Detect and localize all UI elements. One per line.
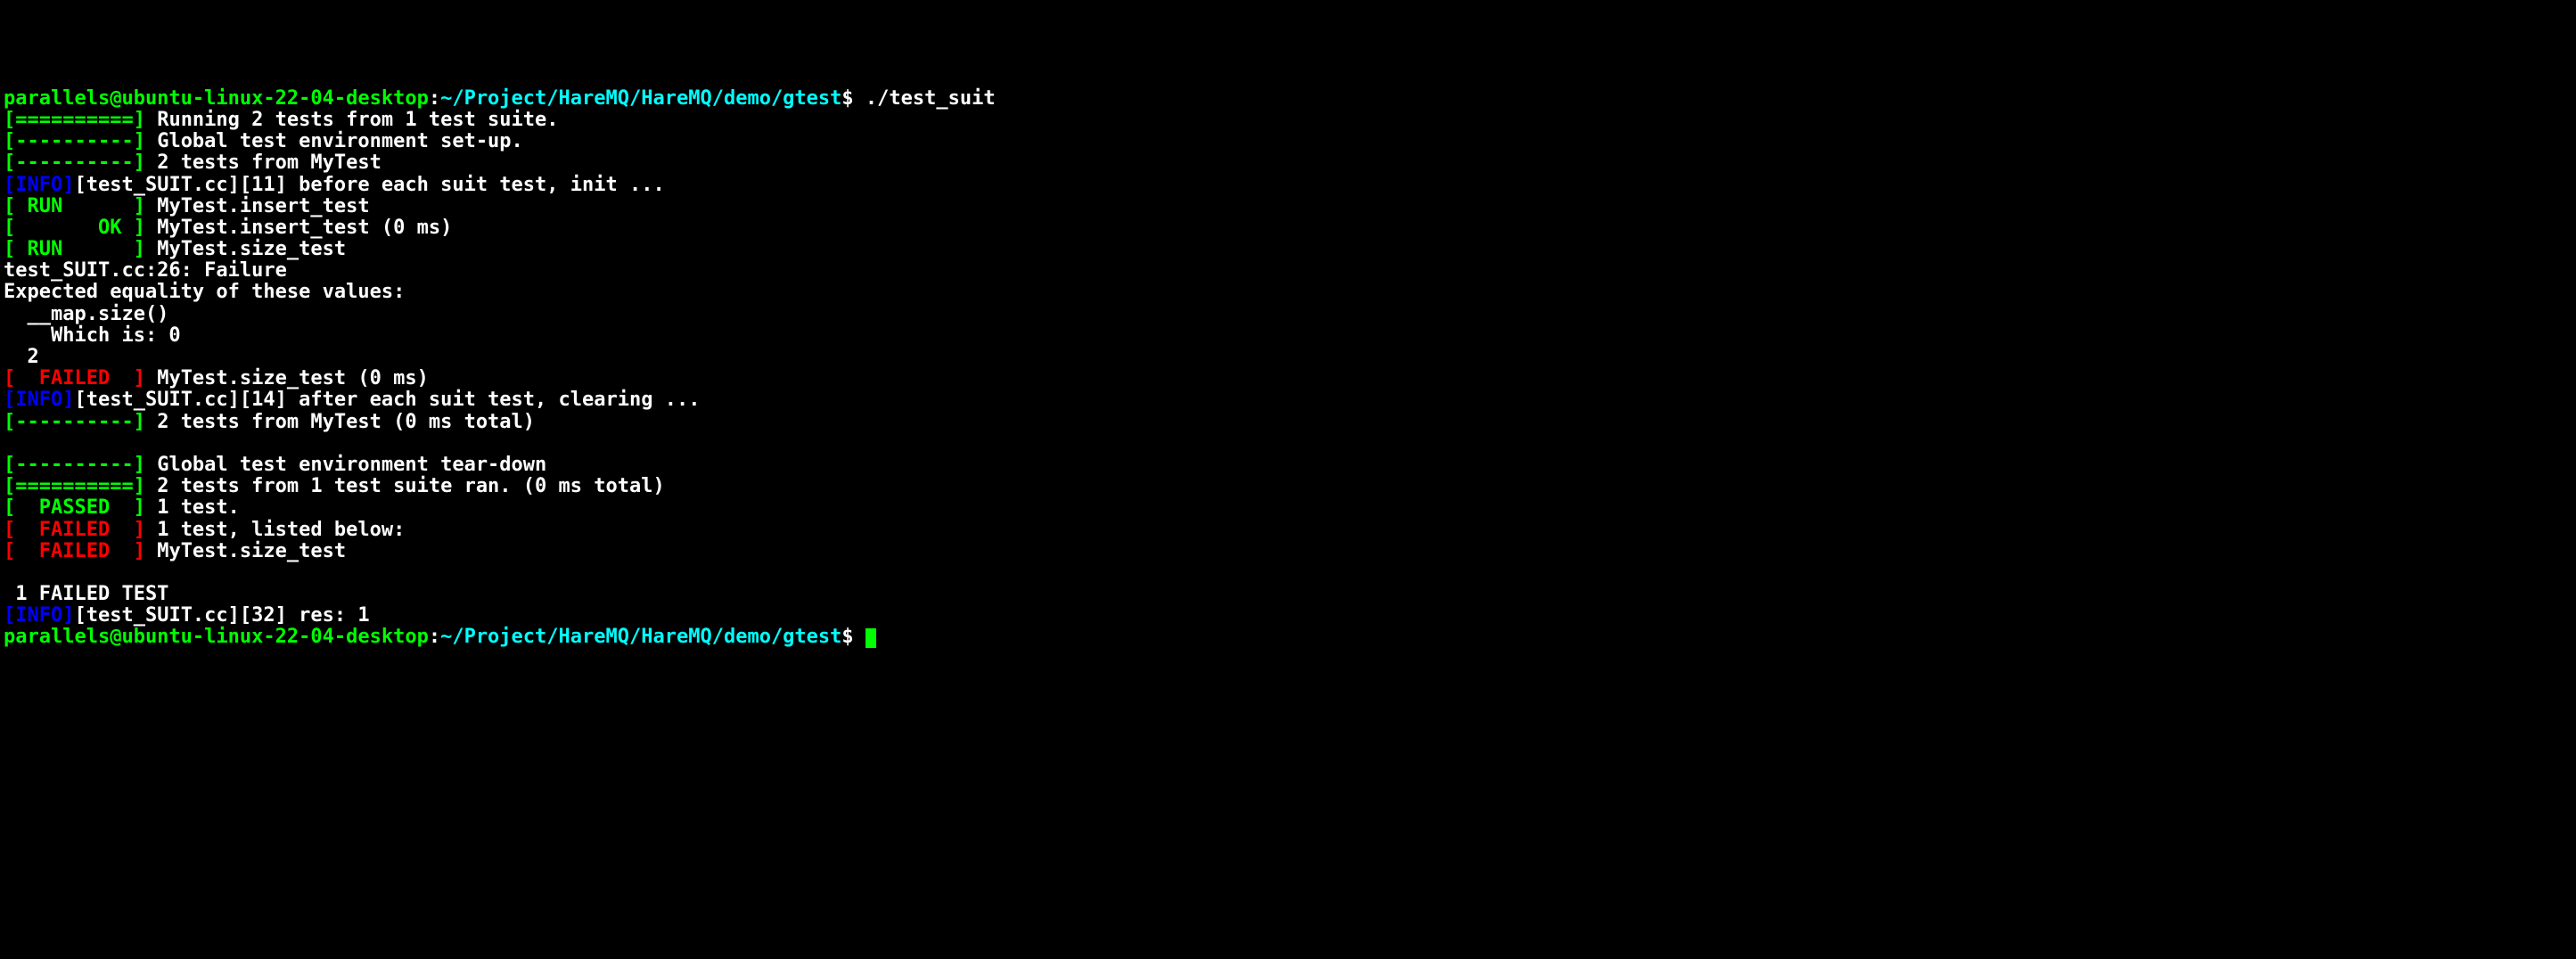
run-indicator: [ RUN ] — [4, 195, 145, 217]
prompt-user-host: parallels@ubuntu-linux-22-04-desktop — [4, 87, 429, 110]
info-tag: [INFO] — [4, 389, 74, 411]
output-line: Which is: 0 — [4, 325, 2572, 347]
prompt-path: ~/Project/HareMQ/HareMQ/demo/gtest — [440, 626, 841, 648]
output-line: 2 — [4, 347, 2572, 368]
bracket-indicator: [----------] — [4, 454, 145, 476]
output-text: MyTest.size_test — [145, 238, 346, 260]
bracket-indicator: [==========] — [4, 475, 145, 497]
output-line: [ FAILED ] 1 test, listed below: — [4, 520, 2572, 541]
output-text: MyTest.size_test (0 ms) — [145, 367, 429, 389]
cursor-icon — [866, 628, 876, 648]
output-line: [ OK ] MyTest.insert_test (0 ms) — [4, 217, 2572, 239]
output-line: [----------] Global test environment tea… — [4, 455, 2572, 476]
prompt-path: ~/Project/HareMQ/HareMQ/demo/gtest — [440, 87, 841, 110]
output-line: [----------] 2 tests from MyTest (0 ms t… — [4, 412, 2572, 433]
command-text: ./test_suit — [866, 87, 996, 110]
output-text: [test_SUIT.cc][14] after each suit test,… — [74, 389, 700, 411]
output-text: Global test environment tear-down — [145, 454, 546, 476]
ok-bracket-left: [ — [4, 217, 98, 239]
output-text: 2 tests from MyTest — [145, 152, 381, 174]
ok-word: OK — [98, 217, 122, 239]
output-text: 2 tests from MyTest (0 ms total) — [145, 411, 535, 433]
ok-bracket-right: ] — [121, 217, 145, 239]
prompt-line-1: parallels@ubuntu-linux-22-04-desktop:~/P… — [4, 88, 2572, 110]
output-line: [==========] 2 tests from 1 test suite r… — [4, 476, 2572, 497]
info-tag: [INFO] — [4, 174, 74, 196]
output-text: MyTest.insert_test (0 ms) — [145, 217, 452, 239]
output-text: 2 tests from 1 test suite ran. (0 ms tot… — [145, 475, 665, 497]
output-text: Global test environment set-up. — [145, 130, 523, 152]
output-line: [ FAILED ] MyTest.size_test (0 ms) — [4, 368, 2572, 389]
passed-indicator: [ PASSED ] — [4, 496, 145, 519]
output-line: [ FAILED ] MyTest.size_test — [4, 541, 2572, 562]
output-text: MyTest.size_test — [145, 540, 346, 562]
output-line: 1 FAILED TEST — [4, 584, 2572, 605]
output-line — [4, 433, 2572, 455]
output-line — [4, 562, 2572, 584]
output-line: [INFO][test_SUIT.cc][14] after each suit… — [4, 389, 2572, 411]
output-line: test_SUIT.cc:26: Failure — [4, 260, 2572, 282]
output-text: MyTest.insert_test — [145, 195, 370, 217]
terminal-output[interactable]: parallels@ubuntu-linux-22-04-desktop:~/P… — [4, 88, 2572, 649]
bracket-indicator: [==========] — [4, 109, 145, 131]
prompt-dollar: $ — [841, 626, 866, 648]
output-line: Expected equality of these values: — [4, 282, 2572, 303]
info-tag: [INFO] — [4, 604, 74, 627]
prompt-dollar: $ — [841, 87, 866, 110]
output-line: [==========] Running 2 tests from 1 test… — [4, 110, 2572, 131]
prompt-colon: : — [429, 626, 440, 648]
output-line: [ PASSED ] 1 test. — [4, 497, 2572, 519]
output-text: Which is: 0 — [4, 324, 181, 347]
output-line: __map.size() — [4, 304, 2572, 325]
output-text: 1 test, listed below: — [145, 519, 405, 541]
output-line: [----------] Global test environment set… — [4, 131, 2572, 152]
prompt-line-2[interactable]: parallels@ubuntu-linux-22-04-desktop:~/P… — [4, 627, 2572, 648]
output-line: [----------] 2 tests from MyTest — [4, 152, 2572, 174]
run-indicator: [ RUN ] — [4, 238, 145, 260]
prompt-user-host: parallels@ubuntu-linux-22-04-desktop — [4, 626, 429, 648]
output-text: 2 — [4, 346, 39, 368]
output-text: Running 2 tests from 1 test suite. — [145, 109, 559, 131]
bracket-indicator: [----------] — [4, 152, 145, 174]
output-text: [test_SUIT.cc][32] res: 1 — [74, 604, 369, 627]
bracket-indicator: [----------] — [4, 411, 145, 433]
output-text: [test_SUIT.cc][11] before each suit test… — [74, 174, 664, 196]
output-line: [ RUN ] MyTest.insert_test — [4, 196, 2572, 217]
failed-indicator: [ FAILED ] — [4, 519, 145, 541]
failed-indicator: [ FAILED ] — [4, 367, 145, 389]
failed-indicator: [ FAILED ] — [4, 540, 145, 562]
output-text: __map.size() — [4, 303, 168, 325]
output-line: [INFO][test_SUIT.cc][11] before each sui… — [4, 175, 2572, 196]
output-line: [ RUN ] MyTest.size_test — [4, 239, 2572, 260]
output-text: Expected equality of these values: — [4, 281, 405, 303]
output-line: [INFO][test_SUIT.cc][32] res: 1 — [4, 605, 2572, 627]
bracket-indicator: [----------] — [4, 130, 145, 152]
output-text: 1 test. — [145, 496, 240, 519]
failure-location: test_SUIT.cc:26: Failure — [4, 259, 287, 282]
failed-summary: 1 FAILED TEST — [4, 583, 168, 605]
prompt-colon: : — [429, 87, 440, 110]
